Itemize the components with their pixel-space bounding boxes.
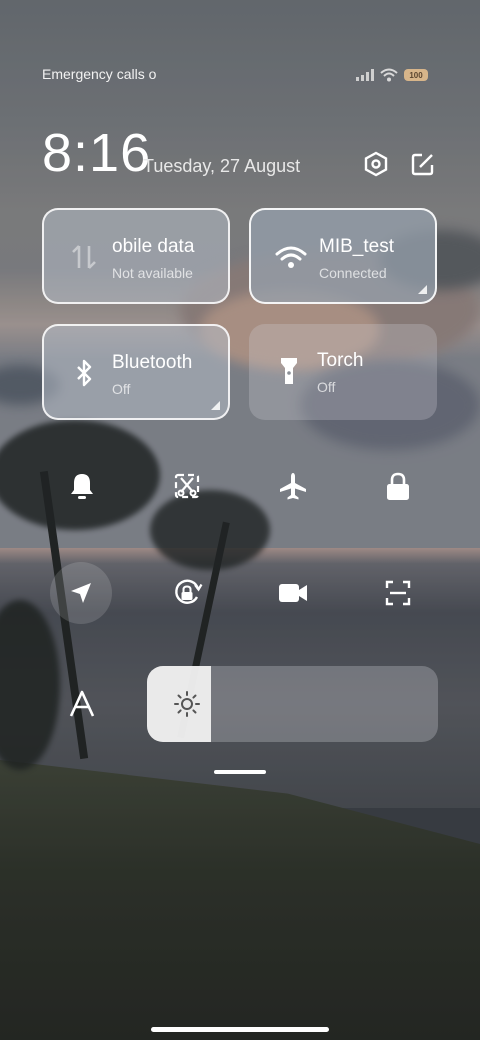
status-icons: 100 [356,68,428,82]
bluetooth-title: Bluetooth [112,352,193,373]
scan-icon[interactable] [378,573,418,613]
signal-icon [356,69,374,81]
bluetooth-tile[interactable]: Bluetooth Off [42,324,230,420]
bell-icon[interactable] [62,466,102,506]
carrier-status-text: Emergency calls o [42,66,157,82]
rotation-lock-icon[interactable] [167,573,207,613]
wifi-tile[interactable]: MIB_test Connected [249,208,437,304]
bluetooth-status: Off [112,381,131,397]
wifi-status: Connected [319,265,387,281]
airplane-icon[interactable] [273,466,313,506]
date-text: Tuesday, 27 August [143,156,301,176]
torch-icon [271,356,307,386]
location-icon[interactable] [50,562,112,624]
expand-corner-icon [418,285,427,294]
edit-icon[interactable] [409,150,437,178]
data-arrows-icon [66,242,102,272]
brightness-slider[interactable] [147,666,438,742]
home-indicator[interactable] [151,1027,329,1032]
panel-drag-handle[interactable] [214,770,266,774]
screenshot-icon[interactable] [167,466,207,506]
wifi-icon [273,242,309,272]
wifi-status-icon [380,68,398,82]
mobile-data-tile[interactable]: obile data Not available [42,208,230,304]
clock-time: 8:16 [42,123,152,183]
lock-icon[interactable] [378,466,418,506]
hexagon-settings-icon[interactable] [362,150,390,178]
font-size-icon[interactable] [62,684,102,724]
sun-icon [173,690,201,723]
wifi-network-name: MIB_test [319,236,394,257]
mobile-data-title: obile data [112,236,195,257]
torch-tile[interactable]: Torch Off [249,324,437,420]
mobile-data-status: Not available [112,265,193,281]
bluetooth-icon [66,358,102,388]
battery-icon: 100 [404,69,428,81]
torch-status: Off [317,379,336,395]
torch-title: Torch [317,350,364,371]
video-icon[interactable] [273,573,313,613]
expand-corner-icon [211,401,220,410]
